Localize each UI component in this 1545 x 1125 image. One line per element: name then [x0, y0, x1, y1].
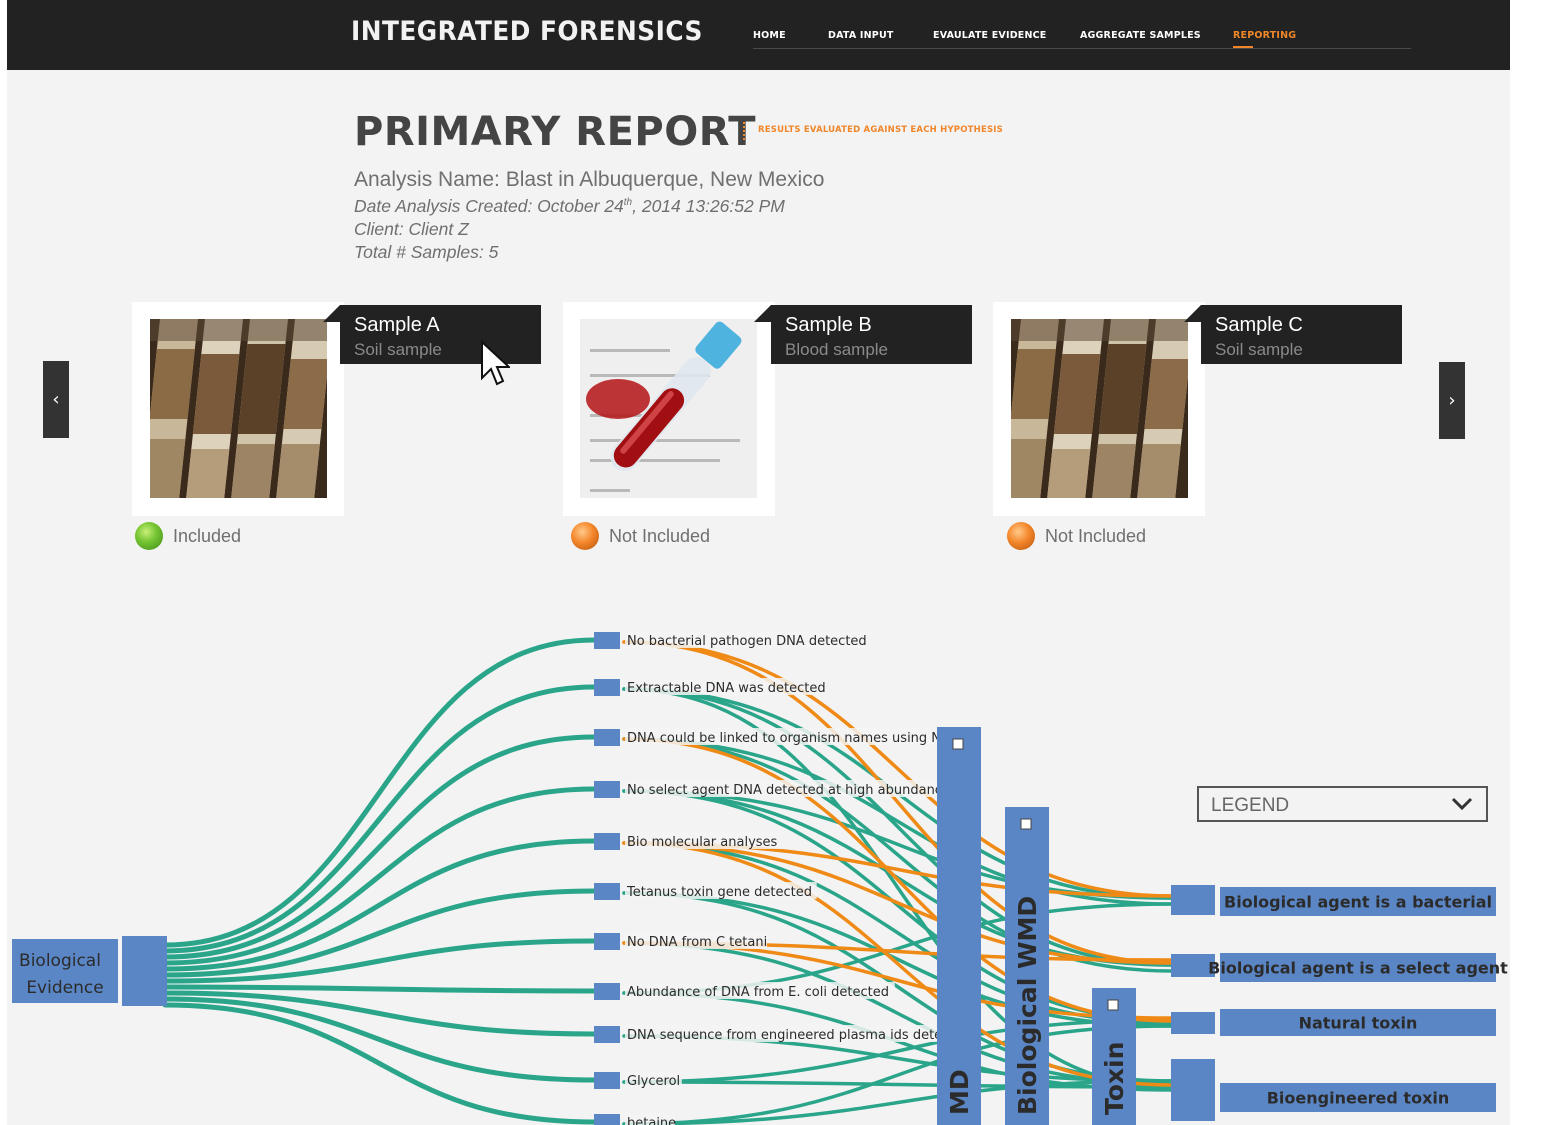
evidence-label: betaine [627, 1116, 676, 1125]
collapse-handle-icon[interactable] [1020, 818, 1032, 830]
evidence-label: Glycerol [627, 1074, 680, 1089]
flow-link [162, 984, 597, 994]
hypothesis-node[interactable] [1171, 1012, 1215, 1034]
hypothesis-label: Biological agent is a bacterial [1224, 893, 1492, 912]
collapse-handle-icon[interactable] [1107, 999, 1119, 1011]
evidence-label: No select agent DNA detected at high abu… [627, 783, 950, 798]
evidence-node[interactable] [594, 729, 620, 746]
page: INTEGRATED FORENSICS HOME DATA INPUT EVA… [7, 0, 1510, 1125]
flow-link [162, 684, 597, 954]
hypothesis-node[interactable] [1171, 885, 1215, 915]
group-label: Toxin [1100, 1042, 1129, 1115]
hypothesis-node[interactable] [1171, 1059, 1215, 1121]
evidence-label: DNA could be linked to organism names us… [627, 731, 963, 746]
collapse-handle-icon[interactable] [952, 738, 964, 750]
evidence-label: No bacterial pathogen DNA detected [627, 634, 867, 649]
evidence-node[interactable] [594, 1072, 620, 1089]
group-node[interactable] [937, 727, 981, 1125]
flow-nodes: Biological Evidence No bacterial pathogen … [12, 631, 1508, 1125]
legend-label: LEGEND [1211, 795, 1290, 816]
hypothesis-label: Natural toxin [1299, 1014, 1418, 1033]
flow-link [162, 637, 597, 948]
evidence-node[interactable] [594, 1026, 620, 1043]
evidence-node[interactable] [594, 833, 620, 850]
flow-link [162, 990, 597, 1037]
evidence-label: Extractable DNA was detected [627, 681, 826, 696]
evidence-label: No DNA from C tetani [627, 935, 767, 950]
evidence-node[interactable] [594, 632, 620, 649]
evidence-node[interactable] [594, 883, 620, 900]
source-label: Biological [19, 951, 101, 971]
evidence-label: Abundance of DNA from E. coli detected [627, 985, 889, 1000]
chevron-down-icon [1451, 797, 1473, 811]
hypothesis-label: Biological agent is a select agent [1208, 959, 1508, 978]
evidence-node[interactable] [594, 983, 620, 1000]
group-label: MD [945, 1069, 974, 1115]
evidence-label: Tetanus toxin gene detected [626, 885, 812, 900]
evidence-label: Bio molecular analyses [627, 835, 778, 850]
group-label: Biological WMD [1013, 896, 1042, 1115]
source-node[interactable] [122, 936, 167, 1006]
evidence-flow-diagram: Biological Evidence No bacterial pathogen … [12, 631, 1508, 1125]
evidence-node[interactable] [594, 781, 620, 798]
legend-dropdown[interactable]: LEGEND [1197, 786, 1488, 822]
flow-link [162, 1002, 597, 1125]
hypothesis-label: Bioengineered toxin [1267, 1089, 1450, 1108]
evidence-node[interactable] [594, 679, 620, 696]
evidence-node[interactable] [594, 1114, 620, 1125]
evidence-label: DNA sequence from engineered plasma ids … [627, 1028, 971, 1043]
source-label: Evidence [26, 978, 103, 998]
evidence-node[interactable] [594, 933, 620, 950]
